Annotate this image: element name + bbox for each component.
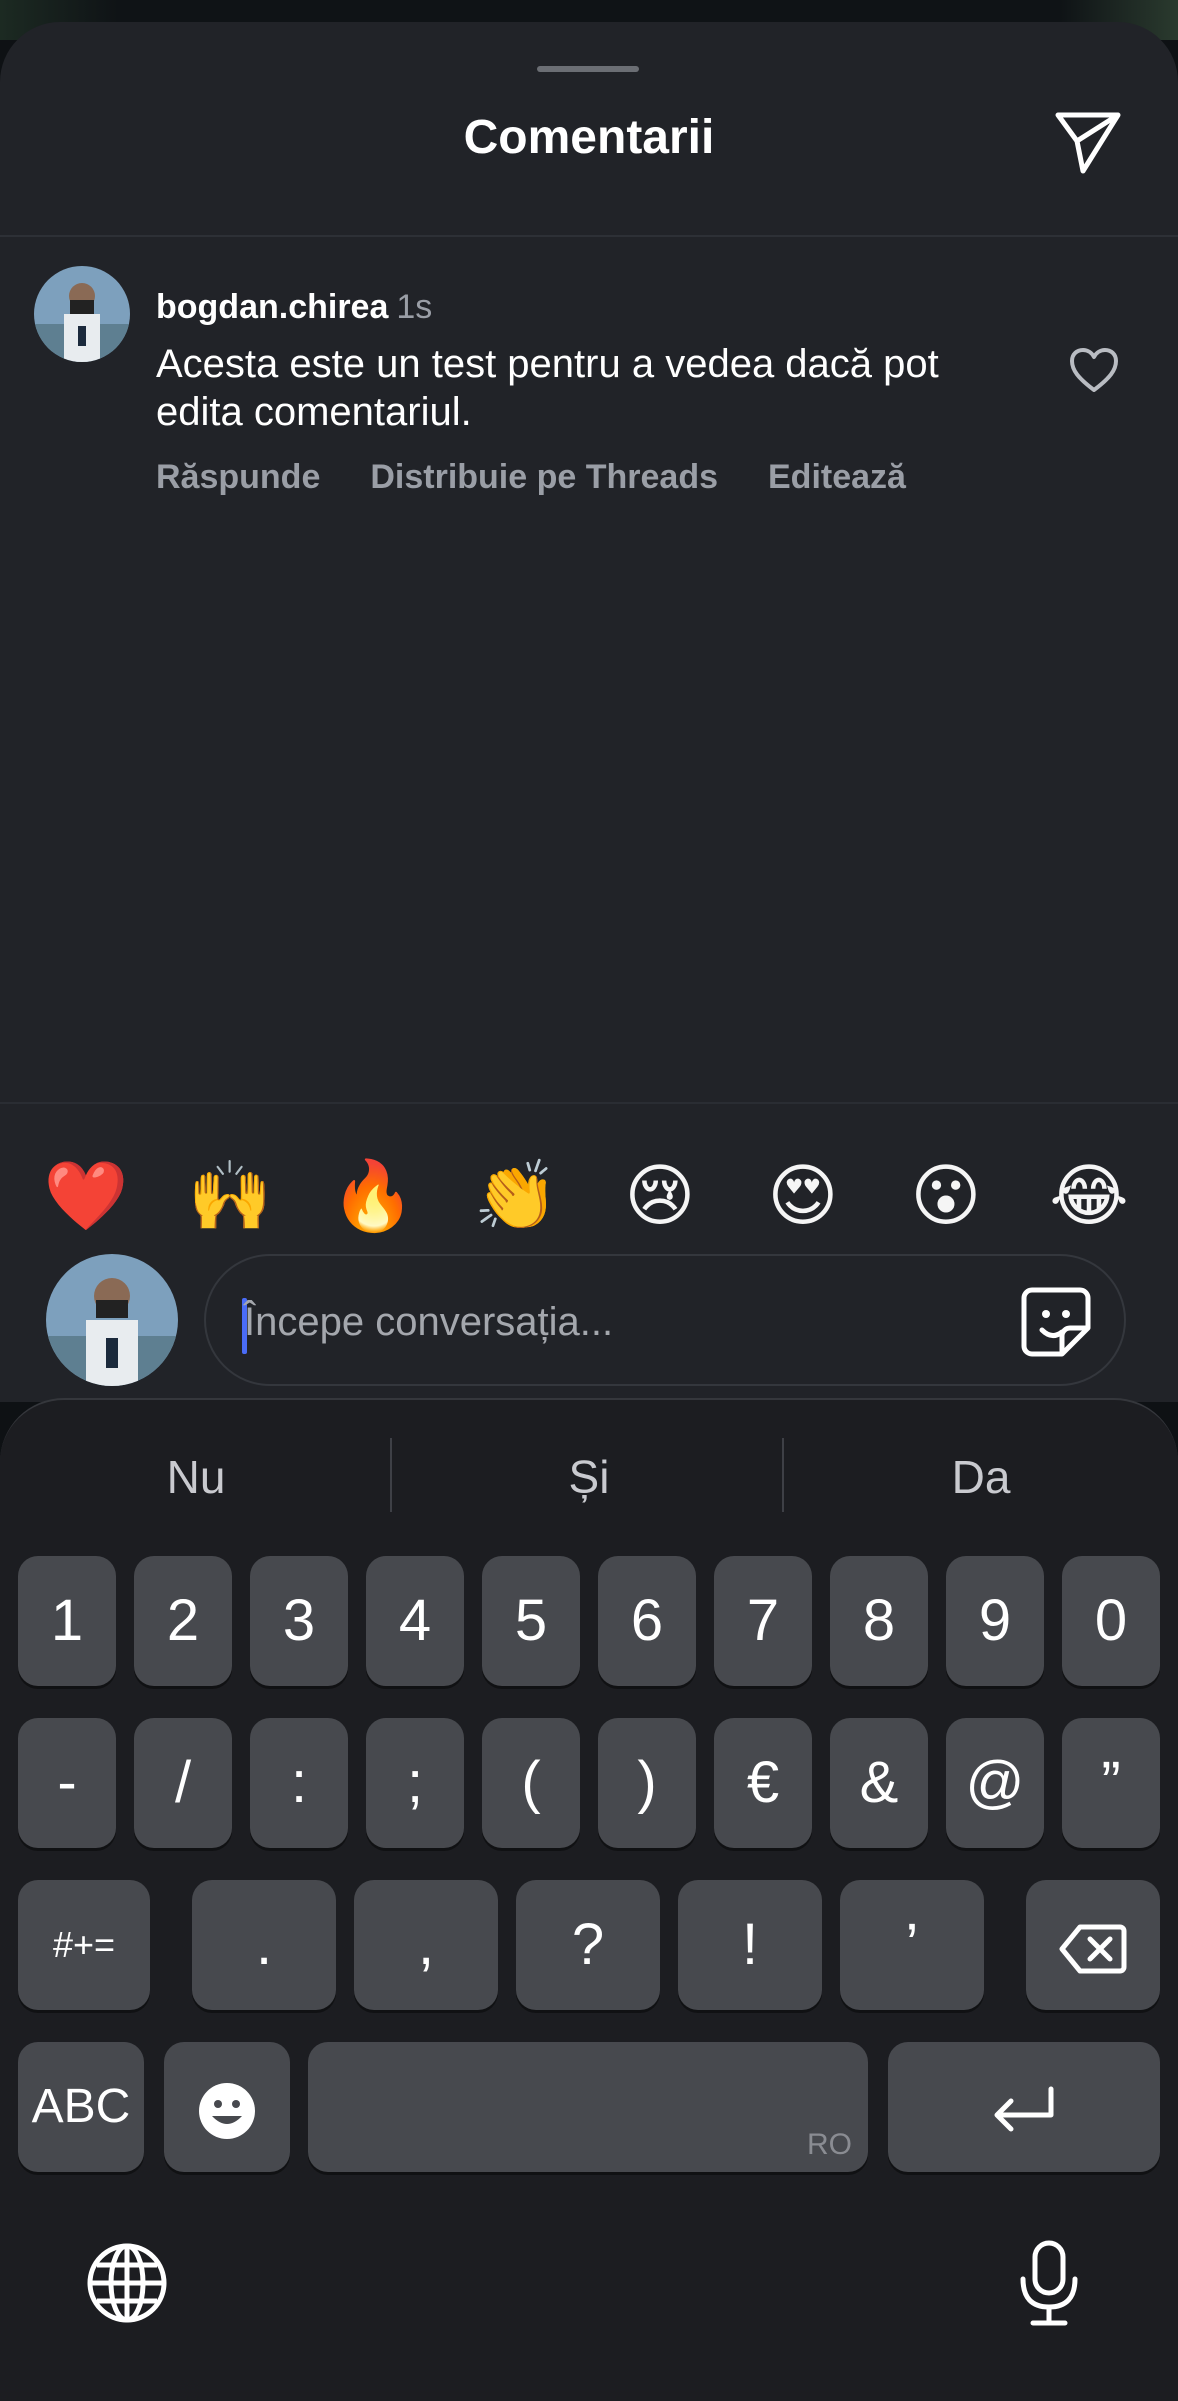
key-at[interactable]: @ bbox=[946, 1718, 1044, 1848]
key-abc[interactable]: ABC bbox=[18, 2042, 144, 2172]
key-4[interactable]: 4 bbox=[366, 1556, 464, 1686]
suggestion-3[interactable]: Da bbox=[785, 1450, 1177, 1504]
sheet-grabber[interactable] bbox=[537, 66, 639, 72]
dictation-key[interactable] bbox=[1004, 2238, 1094, 2328]
key-1[interactable]: 1 bbox=[18, 1556, 116, 1686]
return-key[interactable] bbox=[888, 2042, 1160, 2172]
key-question[interactable]: ? bbox=[516, 1880, 660, 2010]
microphone-icon bbox=[1020, 2240, 1078, 2326]
emoji-fire[interactable]: 🔥 bbox=[323, 1146, 423, 1246]
key-dash[interactable]: - bbox=[18, 1718, 116, 1848]
key-8[interactable]: 8 bbox=[830, 1556, 928, 1686]
emoji-divider bbox=[0, 1102, 1178, 1104]
return-icon bbox=[994, 2086, 1054, 2132]
key-period[interactable]: . bbox=[192, 1880, 336, 2010]
emoji-raised-hands[interactable]: 🙌 bbox=[180, 1146, 280, 1246]
emoji-key[interactable] bbox=[164, 2042, 290, 2172]
suggestion-separator bbox=[782, 1438, 784, 1512]
comments-sheet: Comentarii bogdan.chirea 1s Acesta este u… bbox=[0, 22, 1178, 1402]
globe-key[interactable] bbox=[82, 2238, 172, 2328]
input-placeholder: Începe conversația... bbox=[244, 1300, 614, 1344]
suggestion-1[interactable]: Nu bbox=[0, 1450, 392, 1504]
header-divider bbox=[0, 235, 1178, 237]
key-exclamation[interactable]: ! bbox=[678, 1880, 822, 2010]
key-close-paren[interactable]: ) bbox=[598, 1718, 696, 1848]
backspace-key[interactable] bbox=[1026, 1880, 1160, 2010]
suggestion-separator bbox=[390, 1438, 392, 1512]
composer-avatar bbox=[46, 1254, 178, 1386]
emoji-reaction-row: ❤️ 🙌 🔥 👏 😢 😍 😮 😂 bbox=[0, 1146, 1178, 1246]
key-slash[interactable]: / bbox=[134, 1718, 232, 1848]
key-2[interactable]: 2 bbox=[134, 1556, 232, 1686]
key-0[interactable]: 0 bbox=[1062, 1556, 1160, 1686]
emoji-heart-eyes[interactable]: 😍 bbox=[753, 1146, 853, 1246]
comment-item: bogdan.chirea 1s Acesta este un test pent… bbox=[0, 262, 1178, 512]
key-9[interactable]: 9 bbox=[946, 1556, 1044, 1686]
sheet-title: Comentarii bbox=[463, 111, 715, 164]
key-6[interactable]: 6 bbox=[598, 1556, 696, 1686]
comment-actions: Răspunde Distribuie pe Threads Editează bbox=[156, 458, 906, 497]
send-icon bbox=[1055, 112, 1121, 174]
key-open-paren[interactable]: ( bbox=[482, 1718, 580, 1848]
emoji-surprised[interactable]: 😮 bbox=[896, 1146, 996, 1246]
share-threads-button[interactable]: Distribuie pe Threads bbox=[370, 458, 718, 497]
key-ampersand[interactable]: & bbox=[830, 1718, 928, 1848]
space-key[interactable]: RO bbox=[308, 2042, 868, 2172]
globe-icon bbox=[87, 2243, 167, 2323]
emoji-heart[interactable]: ❤️ bbox=[36, 1146, 136, 1246]
key-colon[interactable]: : bbox=[250, 1718, 348, 1848]
space-language-label: RO bbox=[807, 2128, 852, 2161]
keyboard: Nu Și Da 1 2 3 4 5 6 7 8 9 0 - / : ; ( )… bbox=[0, 1398, 1178, 2401]
key-7[interactable]: 7 bbox=[714, 1556, 812, 1686]
key-quote[interactable]: ” bbox=[1062, 1718, 1160, 1848]
suggestion-2[interactable]: Și bbox=[393, 1450, 785, 1504]
key-comma[interactable]: , bbox=[354, 1880, 498, 2010]
emoji-icon bbox=[199, 2082, 255, 2139]
comment-input[interactable]: Începe conversația... bbox=[204, 1254, 1126, 1386]
comment-username[interactable]: bogdan.chirea 1s bbox=[156, 288, 432, 327]
share-button[interactable] bbox=[1050, 104, 1126, 180]
emoji-laugh[interactable]: 😂 bbox=[1039, 1146, 1139, 1246]
comment-text: Acesta este un test pentru a vedea dacă … bbox=[156, 342, 939, 434]
emoji-clap[interactable]: 👏 bbox=[466, 1146, 566, 1246]
comment-time: 1s bbox=[396, 288, 433, 326]
key-5[interactable]: 5 bbox=[482, 1556, 580, 1686]
reply-button[interactable]: Răspunde bbox=[156, 458, 320, 497]
heart-icon[interactable] bbox=[1068, 346, 1120, 394]
backspace-icon bbox=[1059, 1924, 1127, 1974]
emoji-cry[interactable]: 😢 bbox=[610, 1146, 710, 1246]
key-symbols-shift[interactable]: #+= bbox=[18, 1880, 150, 2010]
avatar[interactable] bbox=[34, 266, 130, 362]
edit-button[interactable]: Editează bbox=[768, 458, 906, 497]
key-3[interactable]: 3 bbox=[250, 1556, 348, 1686]
key-apostrophe[interactable]: ’ bbox=[840, 1880, 984, 2010]
key-semicolon[interactable]: ; bbox=[366, 1718, 464, 1848]
username-text[interactable]: bogdan.chirea bbox=[156, 288, 388, 326]
sticker-icon[interactable] bbox=[1018, 1284, 1094, 1360]
key-euro[interactable]: € bbox=[714, 1718, 812, 1848]
